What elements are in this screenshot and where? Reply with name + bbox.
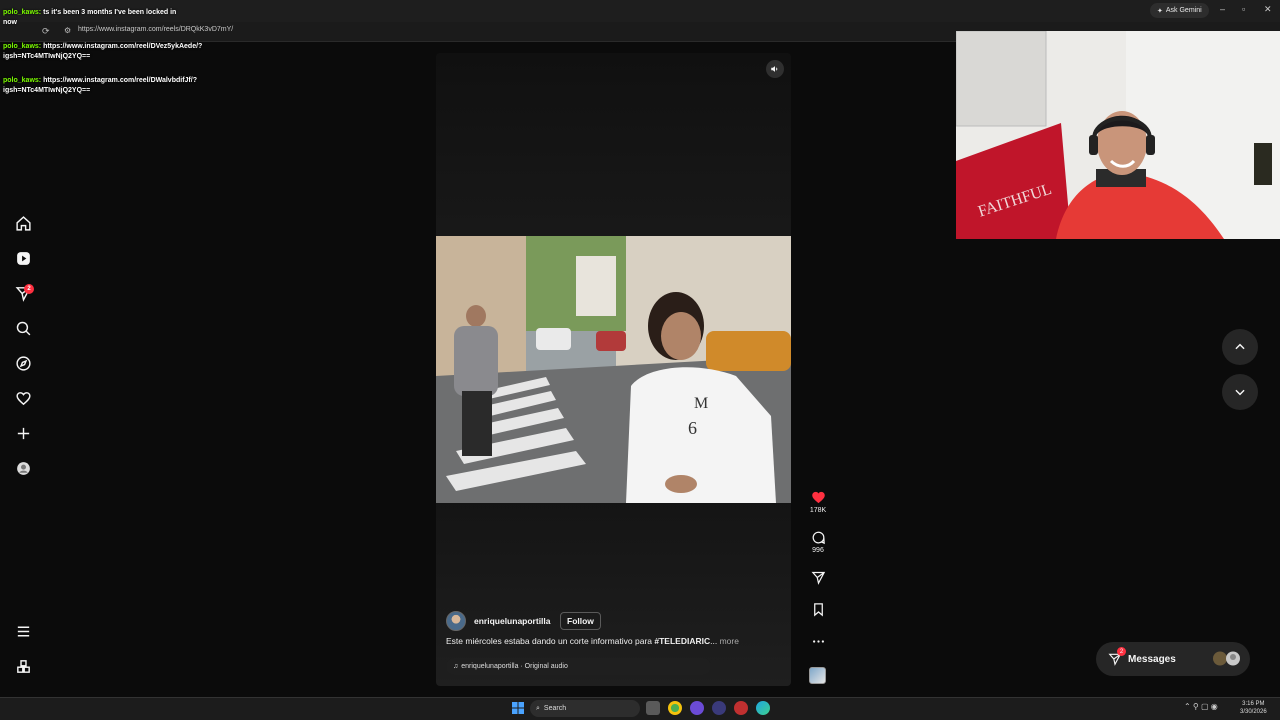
author-avatar[interactable] (446, 611, 466, 631)
chat-text: https://www.instagram.com/reel/DWalvbdif… (43, 77, 197, 84)
comment-count: 996 (812, 547, 824, 554)
chevron-down-icon (1235, 389, 1245, 396)
clock-time: 3:16 PM (1242, 701, 1265, 707)
url-text[interactable]: https://www.instagram.com/reels/DRQkK3vD… (78, 26, 233, 33)
webcam-overlay: FAITHFUL (956, 31, 1280, 239)
save-button[interactable] (806, 602, 830, 617)
bookmark-icon (813, 603, 823, 617)
audio-toggle-button[interactable] (766, 60, 784, 78)
follow-button[interactable]: Follow (560, 612, 601, 630)
previous-reel-button[interactable] (1222, 329, 1258, 365)
comment-button[interactable]: 996 (806, 530, 830, 554)
clock-date: 3/30/2026 (1240, 709, 1267, 715)
discord-icon[interactable] (690, 701, 704, 715)
reels-icon[interactable] (12, 247, 34, 269)
chat-text-wrap: igsh=NTc4MTIwNjQ2YQ== (3, 53, 91, 60)
like-count: 178K (809, 507, 827, 514)
ask-gemini-button[interactable]: ✦ Ask Gemini (1150, 3, 1209, 18)
windows-taskbar (0, 697, 1280, 720)
edge-icon[interactable] (756, 701, 770, 715)
music-note-icon: ♫ (453, 663, 459, 670)
reel-caption: Este miércoles estaba dando un corte inf… (446, 636, 746, 646)
chevron-up-icon (1235, 343, 1245, 350)
taskbar-search-label: Search (543, 705, 567, 712)
profile-avatar-icon[interactable] (12, 457, 34, 479)
more-options-button[interactable] (806, 634, 830, 649)
caption-ellipsis: ... (710, 636, 718, 646)
gemini-icon: ✦ (1157, 7, 1163, 15)
comment-icon (812, 531, 825, 545)
create-icon[interactable] (12, 422, 34, 444)
heart-icon[interactable] (12, 387, 34, 409)
author-username[interactable]: enriquelunaportilla (474, 616, 551, 626)
file-explorer-icon[interactable] (646, 701, 660, 715)
chat-text-wrap: igsh=NTc4MTIwNjQ2YQ== (3, 87, 91, 94)
chat-message: polo_kaws: https://www.instagram.com/ree… (3, 76, 197, 85)
taskbar-search[interactable]: ⌕ Search (530, 700, 640, 717)
menu-icon[interactable] (12, 620, 34, 642)
minimize-icon[interactable]: – (1220, 4, 1225, 14)
site-info-icon[interactable]: ⚙ (64, 26, 71, 35)
chat-username: polo_kaws: (3, 77, 42, 84)
like-button[interactable]: 178K (806, 490, 830, 514)
share-icon (810, 571, 825, 585)
messages-badge: 2 (1117, 647, 1126, 656)
chat-username: polo_kaws: (3, 9, 42, 16)
ellipsis-icon (812, 640, 824, 643)
chat-message: polo_kaws: https://www.instagram.com/ree… (3, 42, 202, 51)
more-apps-icon[interactable] (12, 655, 34, 677)
windows-start-icon[interactable] (511, 701, 525, 715)
taskbar-clock[interactable]: 3:16 PM 3/30/2026 (1240, 700, 1267, 716)
home-icon[interactable] (12, 212, 34, 234)
svg-text:6: 6 (688, 418, 697, 438)
chat-text: ts it's been 3 months I've been locked i… (43, 9, 177, 16)
explore-icon[interactable] (12, 352, 34, 374)
svg-text:M: M (694, 395, 708, 412)
next-reel-button[interactable] (1222, 374, 1258, 410)
messages-label: Messages (1128, 653, 1176, 665)
original-audio-link[interactable]: ♫ enriquelunaportilla · Original audio (446, 658, 711, 675)
search-icon[interactable] (12, 317, 34, 339)
heart-filled-icon (811, 491, 825, 504)
speaker-icon (771, 66, 778, 72)
caption-text: Este miércoles estaba dando un corte inf… (446, 636, 655, 646)
share-button[interactable] (806, 570, 830, 585)
chat-text-wrap: now (3, 19, 17, 26)
obs-icon[interactable] (734, 701, 748, 715)
caption-more-link[interactable]: more (720, 636, 739, 646)
ask-gemini-label: Ask Gemini (1165, 7, 1202, 14)
chat-username: polo_kaws: (3, 43, 42, 50)
notifications-badge: 2 (24, 284, 34, 294)
messages-avatars (1212, 651, 1242, 666)
audio-thumbnail[interactable] (809, 667, 826, 684)
search-icon: ⌕ (536, 704, 540, 712)
tray-icons[interactable]: ⌃ ⚲ ▢ ◉ (1184, 702, 1218, 711)
caption-hashtag[interactable]: #TELEDIARIC (654, 636, 710, 646)
chrome-icon[interactable] (668, 701, 682, 715)
audio-label: enriquelunaportilla · Original audio (461, 663, 568, 670)
reload-icon[interactable]: ⟳ (42, 26, 50, 37)
maximize-icon[interactable]: ▫ (1242, 4, 1245, 14)
reel-video[interactable]: M 6 (436, 236, 791, 503)
close-icon[interactable]: ✕ (1264, 4, 1272, 15)
chat-message: polo_kaws: ts it's been 3 months I've be… (3, 8, 176, 17)
browser-titlebar (0, 0, 1280, 22)
app-icon[interactable] (712, 701, 726, 715)
chat-text: https://www.instagram.com/reel/DVez5ykAe… (43, 43, 203, 50)
